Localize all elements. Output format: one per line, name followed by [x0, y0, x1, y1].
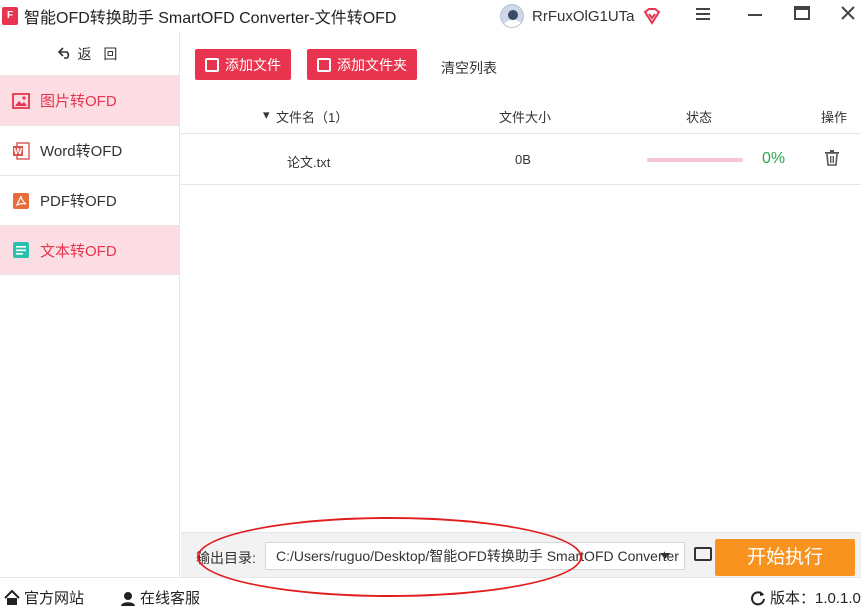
- website-link[interactable]: 官方网站: [4, 587, 84, 608]
- user-area[interactable]: RrFuxOlG1UTa: [500, 4, 661, 28]
- version-label: 版本：1.0.1.0: [770, 590, 861, 607]
- sidebar-item-label: PDF转OFD: [40, 193, 117, 210]
- back-label: 返 回: [77, 45, 122, 62]
- add-folder-button[interactable]: 添加文件夹: [307, 49, 417, 80]
- version-info[interactable]: 版本：1.0.1.0: [750, 587, 861, 608]
- avatar[interactable]: [500, 4, 524, 28]
- website-label: 官方网站: [24, 590, 85, 607]
- add-file-icon: [205, 57, 219, 72]
- headset-icon: [120, 590, 136, 606]
- close-icon[interactable]: [833, 4, 861, 28]
- pdf-icon: [12, 192, 30, 210]
- sidebar-item-word-to-ofd[interactable]: W Word转OFD: [0, 125, 179, 175]
- refresh-icon: [750, 590, 766, 606]
- username[interactable]: RrFuxOlG1UTa: [532, 8, 635, 25]
- sidebar-item-label: 图片转OFD: [40, 93, 117, 110]
- text-icon: [12, 241, 30, 259]
- support-label: 在线客服: [140, 590, 201, 607]
- progress-text: 0%: [762, 150, 786, 167]
- output-bar: 输出目录: C:/Users/ruguo/Desktop/智能OFD转换助手 S…: [181, 532, 861, 577]
- table-row[interactable]: 论文.txt 0B 0%: [181, 135, 861, 185]
- add-folder-icon: [317, 57, 331, 72]
- word-icon: W: [12, 141, 30, 160]
- support-link[interactable]: 在线客服: [120, 587, 200, 608]
- maximize-icon[interactable]: [787, 4, 817, 28]
- file-size: 0B: [515, 152, 531, 167]
- folder-icon[interactable]: [694, 547, 712, 561]
- status-bar: 官方网站 在线客服 版本：1.0.1.0: [0, 577, 861, 613]
- column-header-action: 操作: [821, 110, 848, 125]
- output-dir-value: C:/Users/ruguo/Desktop/智能OFD转换助手 SmartOF…: [276, 548, 679, 564]
- vip-badge-icon[interactable]: [643, 7, 661, 25]
- add-file-button[interactable]: 添加文件: [195, 49, 291, 80]
- add-file-label: 添加文件: [225, 56, 281, 73]
- sidebar-item-image-to-ofd[interactable]: 图片转OFD: [0, 75, 179, 125]
- delete-icon[interactable]: [825, 150, 839, 166]
- minimize-icon[interactable]: [740, 4, 770, 28]
- column-header-size: 文件大小: [499, 110, 552, 125]
- back-arrow-icon: [57, 46, 72, 62]
- app-logo-icon: F: [2, 7, 18, 25]
- sort-caret-icon[interactable]: ▾: [263, 107, 270, 123]
- file-name: 论文.txt: [287, 155, 331, 170]
- output-dir-label: 输出目录:: [196, 550, 256, 566]
- clear-list-button[interactable]: 清空列表: [441, 58, 497, 78]
- progress-bar: [647, 158, 743, 162]
- image-icon: [12, 92, 30, 110]
- sidebar-item-pdf-to-ofd[interactable]: PDF转OFD: [0, 175, 179, 225]
- sidebar-item-label: 文本转OFD: [40, 242, 117, 260]
- chevron-down-icon[interactable]: [660, 553, 670, 559]
- svg-text:W: W: [14, 147, 23, 156]
- column-header-status: 状态: [686, 110, 713, 125]
- menu-icon[interactable]: [688, 4, 718, 28]
- add-folder-label: 添加文件夹: [337, 56, 407, 73]
- title-bar: F 智能OFD转换助手 SmartOFD Converter-文件转OFD Rr…: [0, 0, 861, 32]
- sidebar-item-label: Word转OFD: [40, 143, 123, 160]
- window-title: 智能OFD转换助手 SmartOFD Converter-文件转OFD: [24, 10, 397, 27]
- sidebar: 返 回 图片转OFD W Word转OFD PDF转OFD 文本转OFD: [0, 32, 180, 577]
- home-icon: [4, 589, 20, 606]
- output-dir-select[interactable]: C:/Users/ruguo/Desktop/智能OFD转换助手 SmartOF…: [265, 542, 685, 570]
- sidebar-item-text-to-ofd[interactable]: 文本转OFD: [0, 225, 179, 275]
- toolbar: 添加文件 添加文件夹 清空列表: [181, 32, 861, 96]
- back-button[interactable]: 返 回: [0, 32, 179, 75]
- column-header-name[interactable]: 文件名（1）: [276, 107, 348, 126]
- file-table-header: ▾ 文件名（1） 文件大小 状态 操作: [181, 96, 861, 134]
- start-button[interactable]: 开始执行: [715, 539, 855, 576]
